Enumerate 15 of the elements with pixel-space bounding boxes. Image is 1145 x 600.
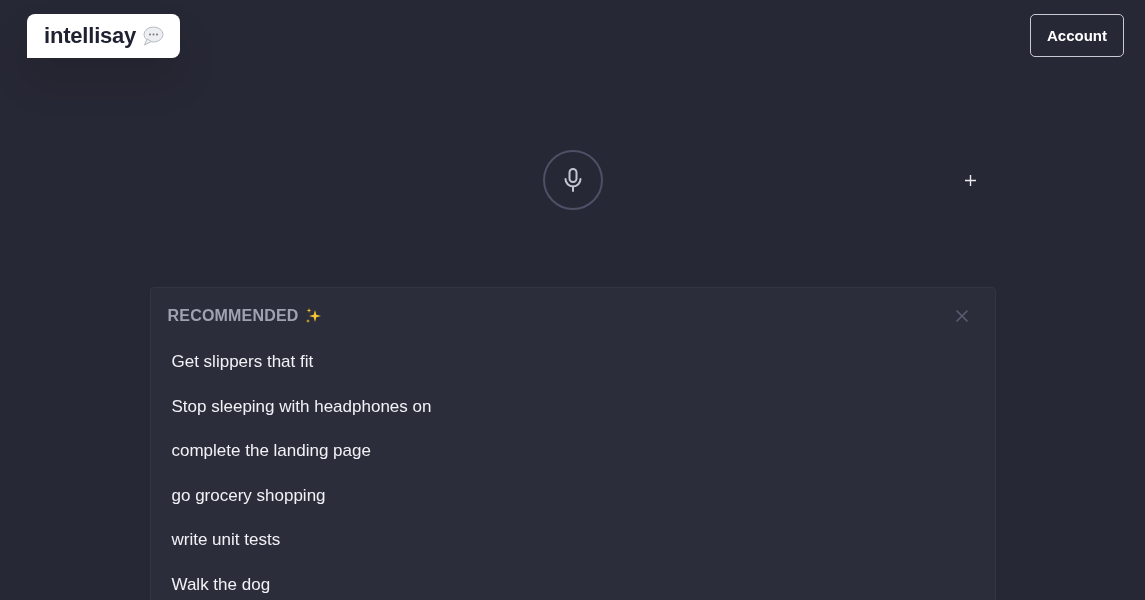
logo[interactable]: intellisay xyxy=(27,14,181,58)
speech-bubble-icon xyxy=(142,26,165,46)
recommendation-item[interactable]: write unit tests xyxy=(167,519,285,561)
recommendation-item[interactable]: Get slippers that fit xyxy=(167,341,318,383)
recommendation-item[interactable]: go grocery shopping xyxy=(167,474,330,517)
recommendation-item[interactable]: Stop sleeping with headphones on xyxy=(167,385,436,428)
plus-icon[interactable] xyxy=(964,174,976,186)
brand-name: intellisay xyxy=(44,23,137,49)
account-button[interactable]: Account xyxy=(1030,14,1124,57)
recommendation-item[interactable]: Walk the dog xyxy=(167,563,275,600)
microphone-button[interactable] xyxy=(542,150,603,210)
sparkles-icon xyxy=(304,308,321,324)
microphone-icon xyxy=(563,168,582,192)
recommendation-item[interactable]: complete the landing page xyxy=(167,430,375,472)
section-heading: RECOMMENDED xyxy=(167,307,299,325)
